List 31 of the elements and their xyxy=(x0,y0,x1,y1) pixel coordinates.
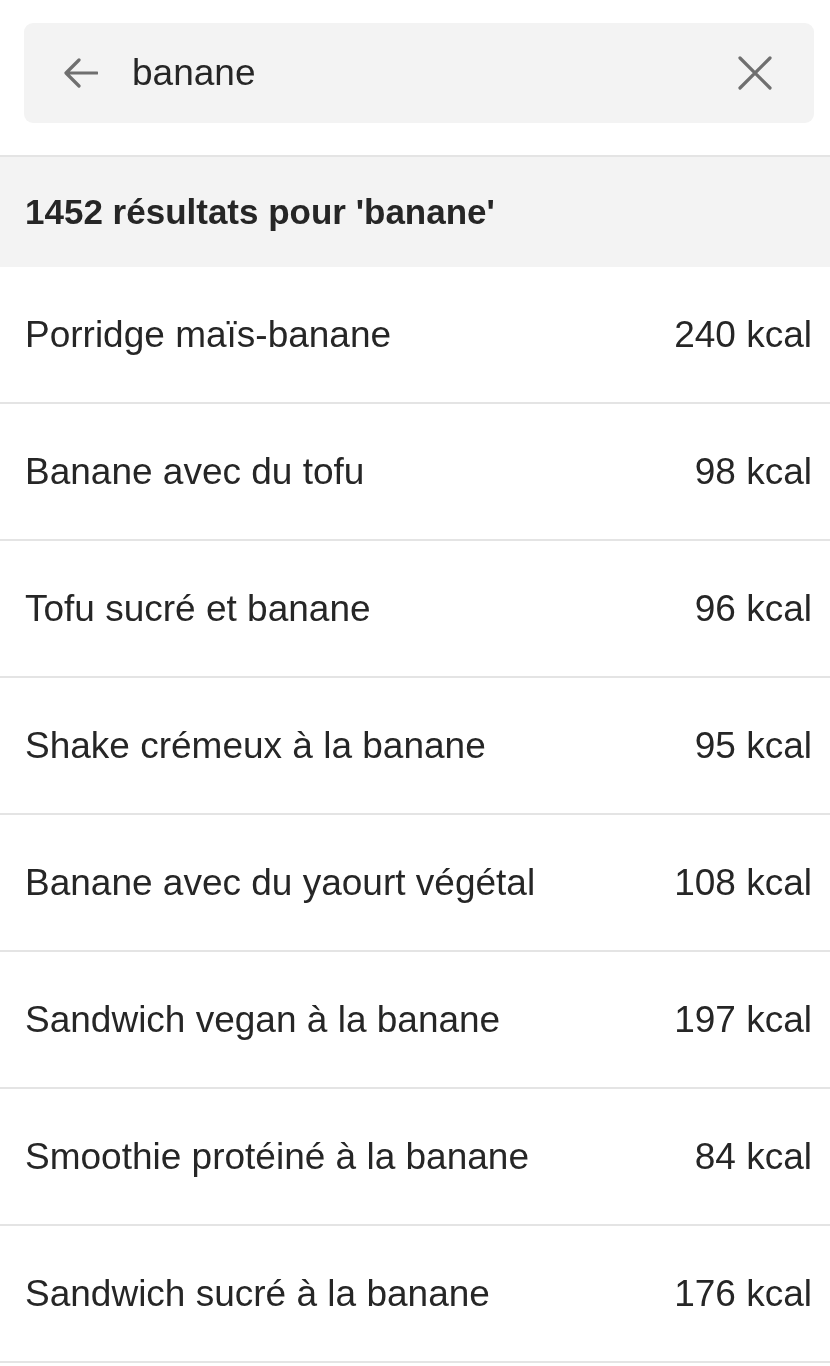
calorie-count: 240 kcal xyxy=(674,313,812,356)
calorie-count: 176 kcal xyxy=(674,1272,812,1315)
clear-button[interactable] xyxy=(738,56,772,90)
food-name: Smoothie protéiné à la banane xyxy=(25,1135,529,1178)
calorie-count: 98 kcal xyxy=(694,450,812,493)
food-list-item[interactable]: Tofu sucré et banane 96 kcal xyxy=(0,541,830,678)
calorie-count: 84 kcal xyxy=(694,1135,812,1178)
back-arrow-icon xyxy=(64,58,98,88)
food-name: Shake crémeux à la banane xyxy=(25,724,486,767)
calorie-count: 197 kcal xyxy=(674,998,812,1041)
food-list-item[interactable]: Porridge maïs-banane 240 kcal xyxy=(0,267,830,404)
food-name: Tofu sucré et banane xyxy=(25,587,371,630)
food-list-item[interactable]: Smoothie protéiné à la banane 84 kcal xyxy=(0,1089,830,1226)
back-button[interactable] xyxy=(64,58,98,88)
food-list-item[interactable]: Sandwich vegan à la banane 197 kcal xyxy=(0,952,830,1089)
food-name: Sandwich vegan à la banane xyxy=(25,998,501,1041)
calorie-count: 108 kcal xyxy=(674,861,812,904)
search-field[interactable]: banane xyxy=(24,23,814,123)
food-name: Sandwich sucré à la banane xyxy=(25,1272,490,1315)
food-list-item[interactable]: Banane avec du yaourt végétal 108 kcal xyxy=(0,815,830,952)
food-list-item[interactable]: Sandwich sucré à la banane 176 kcal xyxy=(0,1226,830,1363)
food-name: Porridge maïs-banane xyxy=(25,313,392,356)
food-list-item[interactable]: Banane avec du tofu 98 kcal xyxy=(0,404,830,541)
food-name: Banane avec du tofu xyxy=(25,450,365,493)
close-icon xyxy=(738,56,772,90)
food-list-item[interactable]: Shake crémeux à la banane 95 kcal xyxy=(0,678,830,815)
search-query: banane xyxy=(132,52,256,94)
calorie-count: 96 kcal xyxy=(694,587,812,630)
calorie-count: 95 kcal xyxy=(694,724,812,767)
results-count-header: 1452 résultats pour 'banane' xyxy=(0,157,830,267)
food-name: Banane avec du yaourt végétal xyxy=(25,861,536,904)
